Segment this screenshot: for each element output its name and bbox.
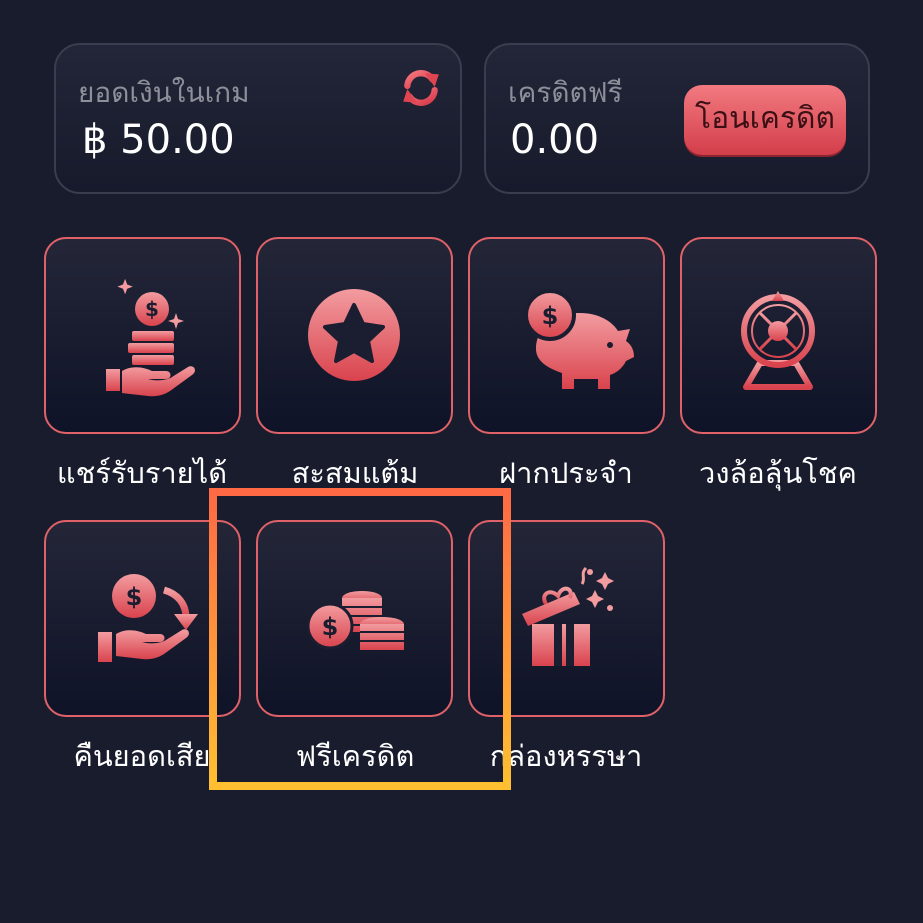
menu-label: แชร์รับรายได้ <box>56 456 228 490</box>
menu-label: คืนยอดเสีย <box>73 739 211 773</box>
prize-wheel-icon <box>741 291 815 390</box>
svg-text:$: $ <box>126 583 143 611</box>
menu-tile-fixed-deposit[interactable]: $ <box>468 237 665 434</box>
svg-text:$: $ <box>145 297 159 321</box>
balance-label: ยอดเงินในเกม <box>78 76 250 109</box>
refresh-icon[interactable] <box>400 67 442 109</box>
balance-card: ยอดเงินในเกม ฿ 50.00 <box>54 43 462 194</box>
balance-value: ฿ 50.00 <box>82 117 235 163</box>
svg-text:$: $ <box>542 302 559 330</box>
menu-tile-cashback[interactable]: $ <box>44 520 241 717</box>
menu-label: วงล้อลุ้นโชค <box>699 456 857 490</box>
free-credit-value: 0.00 <box>510 117 600 163</box>
menu-label: ฟรีเครดิต <box>295 739 415 773</box>
menu-tile-lucky-wheel[interactable] <box>680 237 877 434</box>
star-icon <box>308 289 400 381</box>
menu-tile-collect-points[interactable] <box>256 237 453 434</box>
free-credit-label: เครดิตฟรี <box>508 76 623 109</box>
menu-tile-share-earn[interactable]: $ <box>44 237 241 434</box>
svg-text:$: $ <box>322 613 339 641</box>
menu-label: ฝากประจำ <box>499 456 633 490</box>
menu-label: สะสมแต้ม <box>291 456 419 490</box>
menu-label: กล่องหรรษา <box>489 739 643 773</box>
menu-tile-free-credit[interactable]: $ <box>256 520 453 717</box>
gift-box-icon <box>522 566 614 666</box>
cashback-icon: $ <box>98 574 198 662</box>
transfer-credit-button[interactable]: โอนเครดิต <box>684 85 846 155</box>
free-credit-card: เครดิตฟรี 0.00 โอนเครดิต <box>484 43 870 194</box>
coins-hand-icon: $ <box>106 278 195 397</box>
coin-stack-icon: $ <box>306 591 404 650</box>
menu-tile-fun-box[interactable] <box>468 520 665 717</box>
piggy-bank-icon: $ <box>524 289 634 389</box>
